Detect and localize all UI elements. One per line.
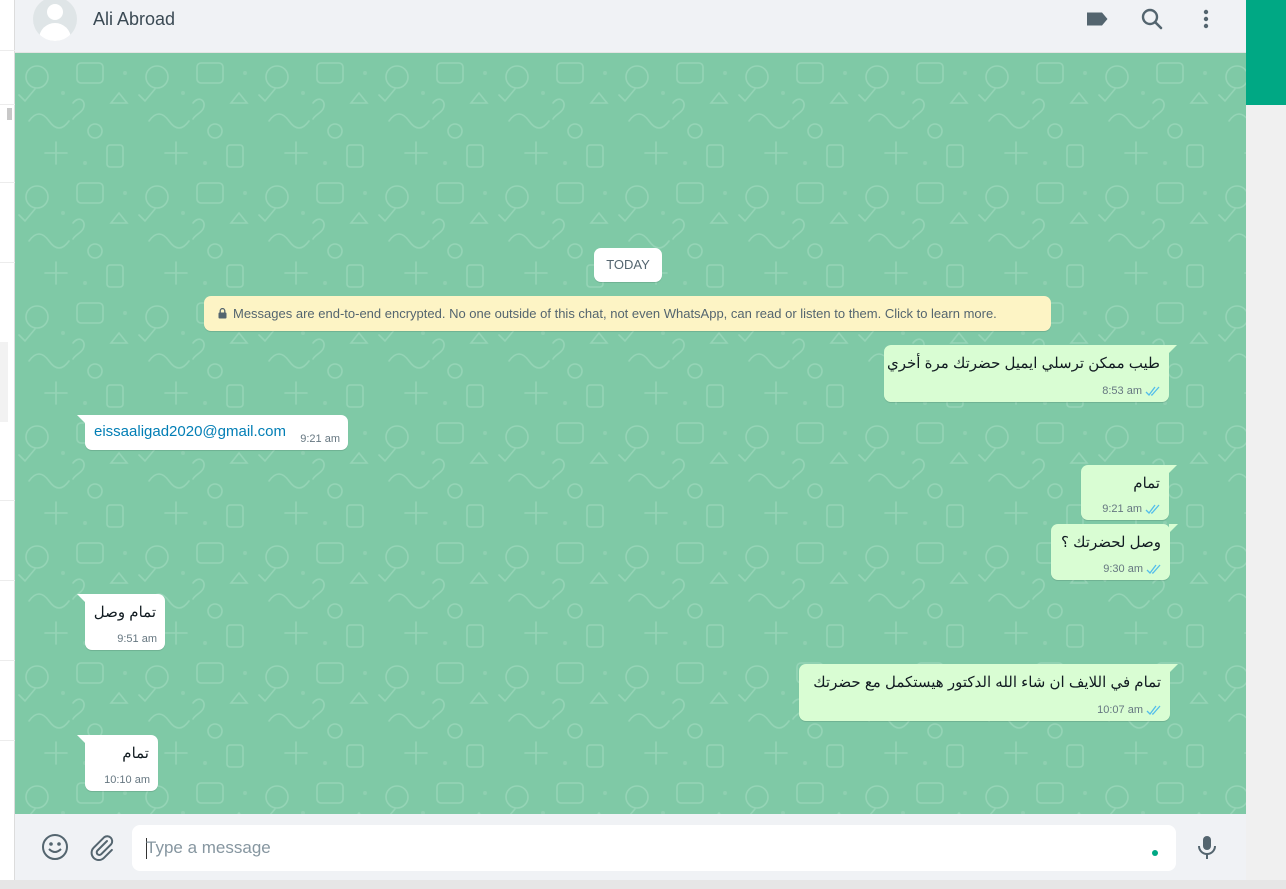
microphone-icon[interactable] [1192, 832, 1222, 862]
message-time: 8:53 am [1102, 385, 1142, 397]
message-time: 9:51 am [117, 633, 157, 645]
double-tick-icon [1146, 705, 1162, 716]
double-tick-icon [1146, 564, 1162, 575]
menu-icon[interactable] [1193, 6, 1219, 32]
message-text: تمام في اللايف ان شاء الله الدكتور هيستك… [813, 674, 1161, 691]
composer-bar [15, 814, 1246, 880]
divider [0, 182, 15, 183]
message-text: تمام وصل [93, 604, 156, 621]
double-tick-icon [1145, 386, 1161, 397]
message-bubble-outgoing[interactable]: تمام في اللايف ان شاء الله الدكتور هيستك… [799, 664, 1178, 721]
message-text: طيب ممكن ترسلي ايميل حضرتك مرة أخري [887, 355, 1160, 372]
message-bubble-outgoing[interactable]: وصل لحضرتك ؟ 9:30 am [1051, 524, 1178, 580]
message-meta: 8:53 am [1102, 385, 1161, 397]
selected-row-edge [0, 342, 8, 422]
message-meta: 9:21 am [1102, 503, 1161, 515]
message-time: 10:10 am [104, 774, 150, 786]
search-icon[interactable] [1139, 6, 1165, 32]
message-meta: 9:51 am [117, 633, 157, 645]
label-icon[interactable] [1084, 6, 1110, 32]
message-meta: 9:30 am [1103, 563, 1162, 575]
message-link[interactable]: eissaaligad2020@gmail.com [94, 423, 286, 440]
contact-name[interactable]: Ali Abroad [93, 9, 175, 30]
message-text: تمام [1133, 475, 1160, 492]
window-bottom-edge [0, 880, 1286, 889]
divider [0, 50, 15, 51]
divider [0, 580, 15, 581]
divider [0, 740, 15, 741]
divider [0, 262, 15, 263]
message-meta: 9:21 am [300, 433, 340, 445]
message-bubble-incoming[interactable]: eissaaligad2020@gmail.com 9:21 am [77, 415, 348, 450]
encryption-notice-text: Messages are end-to-end encrypted. No on… [233, 306, 997, 321]
message-input[interactable] [146, 825, 1126, 871]
status-dot [1152, 850, 1158, 856]
divider [0, 500, 15, 501]
chat-panel[interactable]: TODAY Messages are end-to-end encrypted.… [15, 53, 1246, 814]
message-bubble-outgoing[interactable]: تمام 9:21 am [1081, 465, 1177, 520]
app-accent-band [1246, 0, 1286, 105]
message-bubble-incoming[interactable]: تمام 10:10 am [77, 735, 158, 791]
message-text: وصل لحضرتك ؟ [1061, 534, 1161, 551]
message-time: 10:07 am [1097, 704, 1143, 716]
sidebar-edge [0, 0, 15, 889]
message-input-box[interactable] [132, 825, 1176, 871]
scrollbar-thumb[interactable] [7, 108, 12, 120]
message-text: تمام [122, 745, 149, 762]
double-tick-icon [1145, 504, 1161, 515]
message-meta: 10:07 am [1097, 704, 1162, 716]
avatar[interactable] [33, 0, 77, 41]
message-meta: 10:10 am [104, 774, 150, 786]
message-time: 9:21 am [300, 433, 340, 445]
app-background [1246, 105, 1286, 889]
message-bubble-outgoing[interactable]: طيب ممكن ترسلي ايميل حضرتك مرة أخري 8:53… [884, 345, 1177, 402]
date-divider: TODAY [594, 248, 662, 282]
divider [0, 104, 15, 105]
message-time: 9:21 am [1102, 503, 1142, 515]
encryption-notice[interactable]: Messages are end-to-end encrypted. No on… [204, 296, 1051, 331]
divider [0, 660, 15, 661]
message-bubble-incoming[interactable]: تمام وصل 9:51 am [77, 594, 165, 650]
message-time: 9:30 am [1103, 563, 1143, 575]
lock-icon [218, 297, 227, 332]
chat-header: Ali Abroad [15, 0, 1246, 53]
emoji-icon[interactable] [40, 832, 70, 862]
attach-icon[interactable] [86, 832, 116, 862]
